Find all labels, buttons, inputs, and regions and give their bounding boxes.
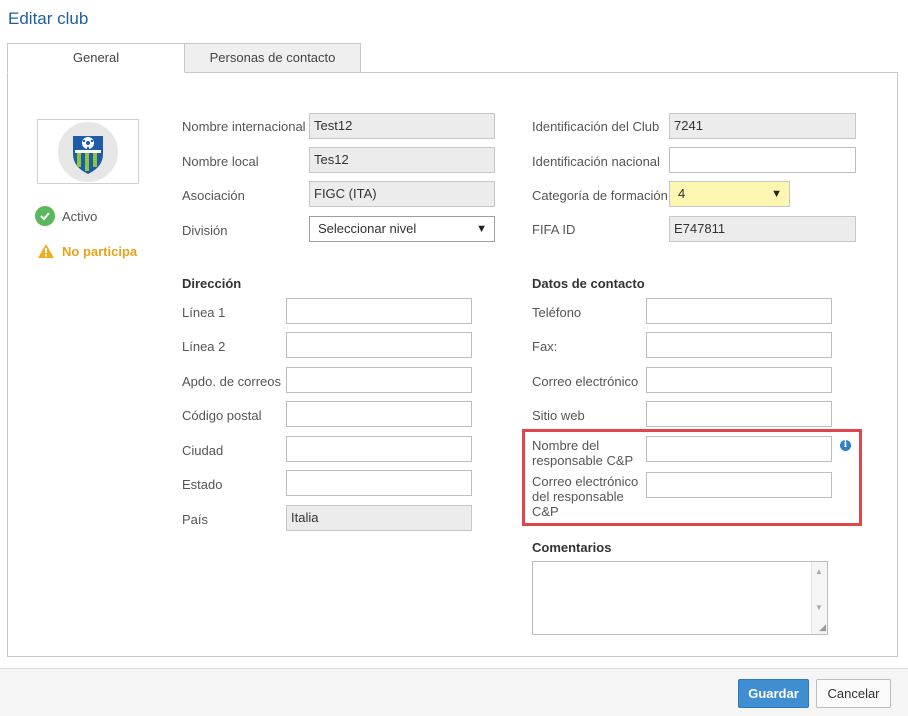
direccion-heading: Dirección — [182, 276, 242, 291]
linea1-label: Línea 1 — [182, 305, 226, 320]
fifa-id-field[interactable]: E747811 — [669, 216, 856, 242]
correo-label: Correo electrónico — [532, 374, 639, 389]
status-no-participa: No participa — [37, 243, 137, 259]
apdo-correos-label: Apdo. de correos — [182, 374, 282, 389]
identificacion-club-label: Identificación del Club — [532, 119, 660, 134]
save-button[interactable]: Guardar — [738, 679, 809, 708]
club-shield-logo — [73, 136, 103, 174]
division-select-value: Seleccionar nivel — [318, 221, 417, 236]
nombre-internacional-label: Nombre internacional — [182, 119, 306, 134]
estado-field[interactable] — [286, 470, 472, 496]
comentarios-heading: Comentarios — [532, 540, 612, 555]
status-active-label: Activo — [62, 208, 98, 224]
ciudad-field[interactable] — [286, 436, 472, 462]
sitio-web-label: Sitio web — [532, 408, 585, 423]
info-icon[interactable]: i — [840, 440, 851, 451]
division-label: División — [182, 223, 228, 238]
status-no-participa-label: No participa — [62, 243, 138, 259]
club-logo-circle — [58, 122, 118, 182]
nombre-local-field[interactable]: Tes12 — [309, 147, 495, 173]
identificacion-club-field[interactable]: 7241 — [669, 113, 856, 139]
categoria-formacion-label: Categoría de formación — [532, 188, 668, 203]
fax-label: Fax: — [532, 339, 558, 354]
tab-personas-de-contacto[interactable]: Personas de contacto — [184, 43, 361, 73]
check-circle-icon — [35, 206, 55, 226]
linea2-label: Línea 2 — [182, 339, 226, 354]
identificacion-nacional-field[interactable] — [669, 147, 856, 173]
scroll-down-icon[interactable]: ▼ — [815, 603, 823, 612]
chevron-down-icon: ▼ — [476, 223, 487, 235]
resize-grip-icon[interactable]: ◢ — [819, 622, 826, 633]
linea1-field[interactable] — [286, 298, 472, 324]
chevron-down-icon: ▼ — [771, 188, 782, 200]
pais-field[interactable]: Italia — [286, 505, 472, 531]
sitio-web-field[interactable] — [646, 401, 832, 427]
comentarios-textarea[interactable]: ▲ ▼ ◢ — [532, 561, 828, 635]
apdo-correos-field[interactable] — [286, 367, 472, 393]
fax-field[interactable] — [646, 332, 832, 358]
codigo-postal-field[interactable] — [286, 401, 472, 427]
nombre-internacional-field[interactable]: Test12 — [309, 113, 495, 139]
status-active: Activo — [35, 206, 97, 226]
datos-contacto-heading: Datos de contacto — [532, 276, 645, 291]
nombre-local-label: Nombre local — [182, 154, 259, 169]
codigo-postal-label: Código postal — [182, 408, 262, 423]
fifa-id-label: FIFA ID — [532, 222, 576, 237]
estado-label: Estado — [182, 477, 223, 492]
club-logo — [37, 119, 139, 184]
categoria-formacion-value: 4 — [678, 186, 686, 201]
ciudad-label: Ciudad — [182, 443, 224, 458]
identificacion-nacional-label: Identificación nacional — [532, 154, 660, 169]
telefono-field[interactable] — [646, 298, 832, 324]
responsable-nombre-field[interactable] — [646, 436, 832, 462]
scroll-up-icon[interactable]: ▲ — [815, 567, 823, 576]
asociacion-field[interactable]: FIGC (ITA) — [309, 181, 495, 207]
warning-triangle-icon — [38, 244, 54, 258]
dialog-title: Editar club — [8, 9, 89, 28]
categoria-formacion-select[interactable]: 4 ▼ — [669, 181, 790, 207]
asociacion-label: Asociación — [182, 188, 245, 203]
correo-field[interactable] — [646, 367, 832, 393]
tab-general[interactable]: General — [7, 43, 185, 73]
responsable-nombre-label: Nombre del responsable C&P — [532, 438, 634, 468]
telefono-label: Teléfono — [532, 305, 582, 320]
division-select[interactable]: Seleccionar nivel ▼ — [309, 216, 495, 242]
linea2-field[interactable] — [286, 332, 472, 358]
responsable-correo-field[interactable] — [646, 472, 832, 498]
responsable-correo-label: Correo electrónico del responsable C&P — [532, 474, 639, 519]
pais-label: País — [182, 512, 209, 527]
cancel-button[interactable]: Cancelar — [816, 679, 891, 708]
